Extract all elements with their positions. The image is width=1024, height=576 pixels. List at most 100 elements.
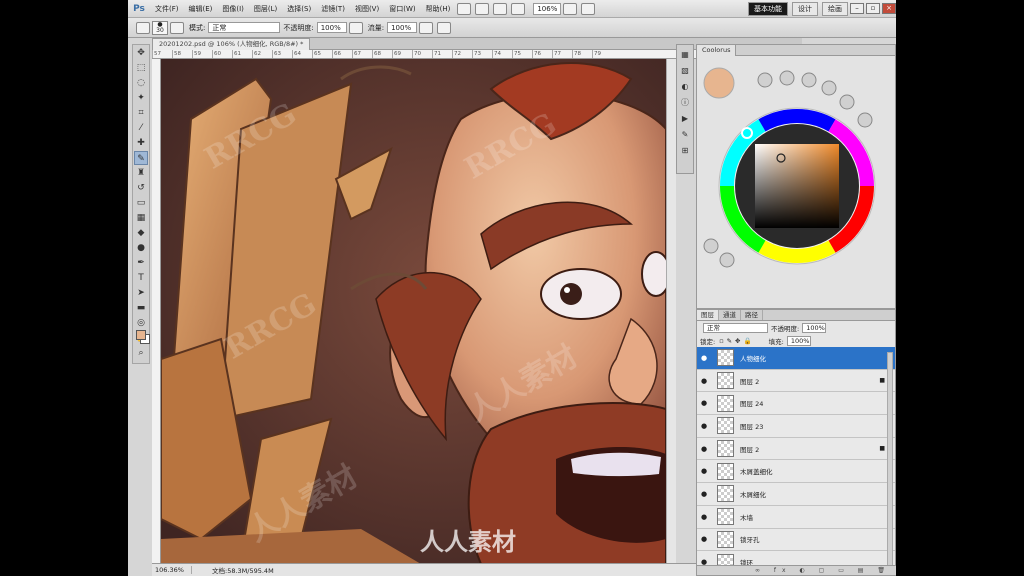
visibility-eye-icon[interactable]: ● [697,445,711,453]
layer-row[interactable]: ● 人物细化 [697,347,895,370]
lasso-tool-icon[interactable]: ◌ [134,76,148,90]
fill-input[interactable]: 100% [786,335,811,346]
bridge-icon[interactable] [457,2,472,15]
layers-scrollbar[interactable] [887,352,893,567]
layer-row[interactable]: ● 锁牙孔 [697,528,895,552]
layer-row[interactable]: ● 图层 2 ■ [697,369,895,393]
brush-presets-icon[interactable]: ✎ [678,128,692,141]
adjustments-panel-icon[interactable]: ◐ [678,80,692,93]
quick-select-tool-icon[interactable]: ✦ [134,91,148,105]
visibility-eye-icon[interactable]: ● [697,399,711,407]
swatches-panel-icon[interactable]: ▦ [678,48,692,61]
menu-layer[interactable]: 图层(L) [249,4,282,14]
restore-button[interactable]: ▫ [866,3,880,14]
hand-tool-icon[interactable] [493,2,508,15]
layer-row[interactable]: ● 图层 2 ■ [697,437,895,461]
screen-mode-icon[interactable] [581,2,596,15]
shape-tool-icon[interactable]: ▬ [134,301,148,315]
foreground-color-swatch[interactable] [136,330,146,340]
layer-name: 人物细化 [740,354,766,363]
brush-panel-icon[interactable] [170,21,184,34]
tab-paths[interactable]: 路径 [741,310,763,320]
gradient-tool-icon[interactable]: ▦ [134,211,148,225]
dodge-tool-icon[interactable]: ● [134,241,148,255]
mini-bridge-icon[interactable] [475,2,490,15]
menu-window[interactable]: 窗口(W) [384,4,420,14]
styles-panel-icon[interactable]: ▧ [678,64,692,77]
visibility-eye-icon[interactable]: ● [697,354,711,362]
history-brush-tool-icon[interactable]: ↺ [134,181,148,195]
status-zoom[interactable]: 106.36% [152,566,192,574]
visibility-eye-icon[interactable]: ● [697,377,711,385]
document-tab[interactable]: 20201202.psd @ 106% (人物细化, RGB/8#) * [152,38,311,50]
close-button[interactable]: × [882,3,896,14]
marquee-tool-icon[interactable]: ⬚ [134,61,148,75]
layer-row[interactable]: ● 木屑盖细化 [697,460,895,484]
move-tool-icon[interactable]: ✥ [134,46,148,60]
zoom-tool-icon[interactable]: ⌕ [134,346,148,360]
menu-help[interactable]: 帮助(H) [421,4,456,14]
tool-preset-icon[interactable] [136,21,150,34]
brush-size-value: 30 [156,26,164,34]
info-panel-icon[interactable]: ⓘ [678,96,692,109]
menu-file[interactable]: 文件(F) [150,4,184,14]
layer-opacity-input[interactable]: 100% [802,322,827,333]
flow-input[interactable]: 100% [387,22,418,33]
canvas-area[interactable]: RRCG RRCG RRCG 人人素材 人人素材 [161,59,666,564]
layer-blend-row: 正常 不透明度: 100% [697,321,895,334]
workspace-painting-button[interactable]: 绘画 [822,1,848,16]
airbrush-icon[interactable] [419,21,434,34]
visibility-eye-icon[interactable]: ● [697,467,711,475]
lock-options-icon[interactable]: ▫✎✥🔒 [719,337,754,345]
layer-row[interactable]: ● 图层 24 [697,392,895,416]
visibility-eye-icon[interactable]: ● [697,490,711,498]
workspace-design-button[interactable]: 设计 [792,1,818,16]
crop-tool-icon[interactable]: ⌗ [134,106,148,120]
type-tool-icon[interactable]: T [134,271,148,285]
menu-select[interactable]: 选择(S) [282,4,316,14]
brush-tool-icon[interactable]: ✎ [134,151,148,165]
arrange-documents-icon[interactable] [563,2,578,15]
layer-row[interactable]: ● 木墙 [697,505,895,529]
coolorus-tab[interactable]: Coolorus [697,45,737,56]
eraser-tool-icon[interactable]: ▭ [134,196,148,210]
pressure-opacity-icon[interactable] [348,21,363,34]
layer-row[interactable]: ● 木屑细化 [697,483,895,506]
path-select-tool-icon[interactable]: ➤ [134,286,148,300]
3d-rotate-tool-icon[interactable]: ◎ [134,316,148,330]
workspace-essentials-button[interactable]: 基本功能 [748,1,788,16]
visibility-eye-icon[interactable]: ● [697,422,711,430]
tab-layers[interactable]: 图层 [697,310,719,320]
actions-panel-icon[interactable]: ▶ [678,112,692,125]
layers-footer-buttons[interactable]: ∞ fx ◐ ▢ ▭ ▤ 🗑 [697,565,896,575]
healing-tool-icon[interactable]: ✚ [134,136,148,150]
layer-thumbnail [717,417,734,435]
zoom-tool-icon[interactable] [511,2,526,15]
color-wheel[interactable] [697,56,895,308]
opacity-input[interactable]: 100% [316,22,347,33]
menu-view[interactable]: 视图(V) [350,4,384,14]
brush-preset-picker[interactable]: ● 30 [152,20,168,35]
blur-tool-icon[interactable]: ◆ [134,226,148,240]
menu-edit[interactable]: 编辑(E) [184,4,218,14]
layer-row[interactable]: ● 图层 23 [697,415,895,438]
minimize-button[interactable]: – [850,3,864,14]
current-color-swatch[interactable] [703,67,735,99]
zoom-level-select[interactable]: 106% [533,2,562,15]
clone-source-icon[interactable]: ⊞ [678,144,692,157]
stamp-tool-icon[interactable]: ♜ [134,166,148,180]
vertical-scrollbar[interactable] [666,59,676,564]
ruler-mark: 73 [472,50,492,58]
pen-tool-icon[interactable]: ✒ [134,256,148,270]
layer-blend-mode-select[interactable]: 正常 [703,322,768,333]
visibility-eye-icon[interactable]: ● [697,535,711,543]
menu-image[interactable]: 图像(I) [217,4,249,14]
menu-filter[interactable]: 滤镜(T) [316,4,350,14]
visibility-eye-icon[interactable]: ● [697,513,711,521]
pressure-size-icon[interactable] [437,21,452,34]
photoshop-window: Ps 文件(F) 编辑(E) 图像(I) 图层(L) 选择(S) 滤镜(T) 视… [128,0,896,576]
layer-name: 锁牙孔 [740,536,760,545]
tab-channels[interactable]: 通道 [719,310,741,320]
blend-mode-select[interactable]: 正常 [208,22,281,33]
eyedropper-tool-icon[interactable]: ⁄ [134,121,148,135]
